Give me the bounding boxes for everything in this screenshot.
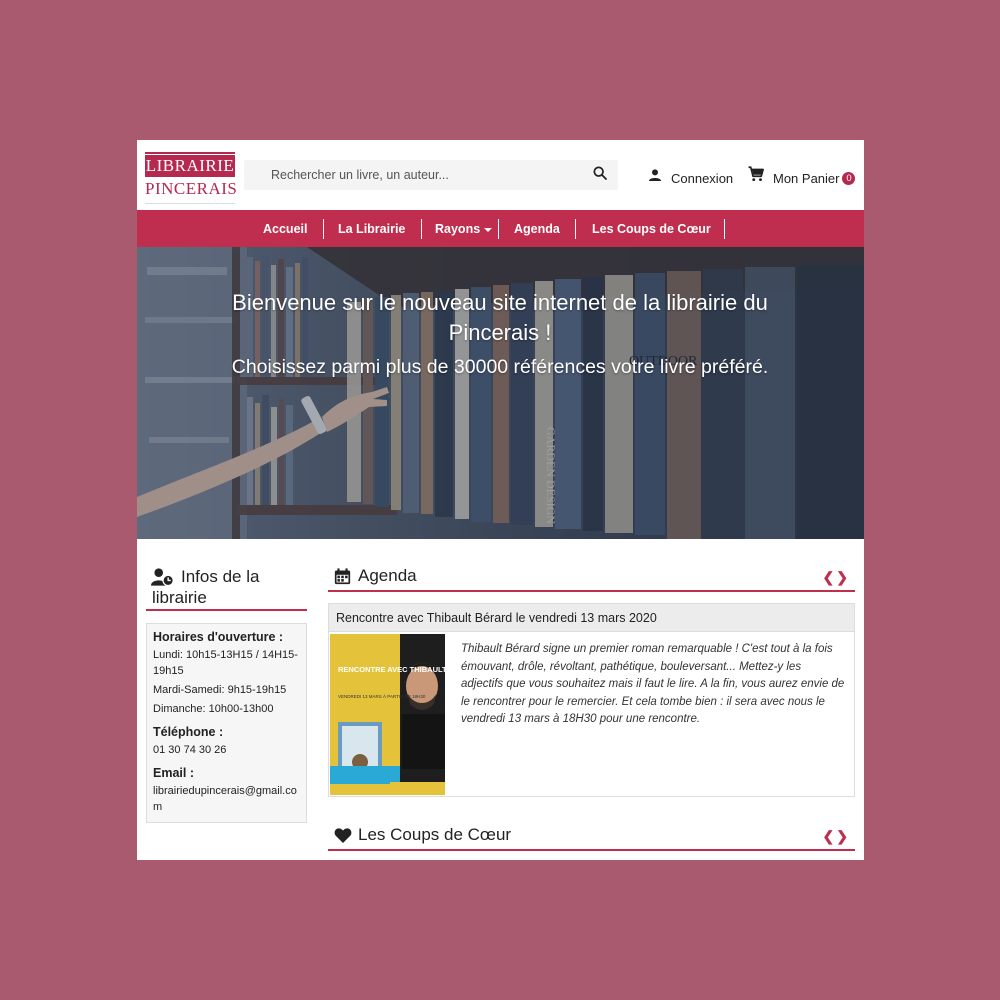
event-title[interactable]: Rencontre avec Thibault Bérard le vendre…	[329, 604, 854, 632]
hero-subtitle: Choisissez parmi plus de 30000 référence…	[231, 356, 769, 378]
nav-item-accueil[interactable]: Accueil	[263, 219, 307, 239]
hours-tuesday-saturday: Mardi-Samedi: 9h15-19h15	[153, 684, 287, 696]
event-description: Thibault Bérard signe un premier roman r…	[461, 641, 856, 729]
nav-item-la-librairie[interactable]: La Librairie	[338, 219, 405, 239]
site-logo[interactable]: LIBRAIRIE PINCERAIS	[145, 152, 238, 204]
nav-separator	[724, 219, 725, 239]
chevron-right-icon[interactable]: ❯	[836, 569, 850, 585]
site-header: LIBRAIRIE PINCERAIS Connexion	[137, 140, 864, 210]
nav-item-label: Rayons	[435, 222, 481, 236]
email-label: Email :	[153, 766, 194, 780]
caret-down-icon	[484, 227, 493, 232]
agenda-heading: Agenda ❮❯	[328, 566, 855, 592]
agenda-event-card: Rencontre avec Thibault Bérard le vendre…	[328, 603, 855, 797]
nav-item-coups-de-coeur[interactable]: Les Coups de Cœur	[592, 219, 711, 239]
web-page: LIBRAIRIE PINCERAIS Connexion	[137, 140, 864, 860]
calendar-icon	[334, 568, 351, 590]
poster-date: VENDREDI 13 MARS À PARTIR DE 18H30	[338, 693, 426, 699]
coups-de-coeur-title: Les Coups de Cœur	[358, 825, 512, 844]
login-label: Connexion	[671, 171, 734, 186]
hours-monday: Lundi: 10h15-13H15 / 14H15-19h15	[153, 649, 298, 677]
cart-label: Mon Panier	[773, 171, 840, 186]
shop-info-heading: Infos de la librairie	[146, 566, 307, 611]
email-address[interactable]: librairiedupincerais@gmail.com	[153, 783, 300, 815]
search-icon[interactable]	[592, 165, 612, 185]
shop-info-box: Horaires d'ouverture : Lundi: 10h15-13H1…	[146, 623, 307, 823]
logo-line-2: PINCERAIS	[145, 179, 238, 198]
heart-icon	[334, 827, 352, 849]
agenda-title: Agenda	[358, 566, 417, 585]
nav-item-agenda[interactable]: Agenda	[514, 219, 560, 239]
user-icon	[647, 167, 663, 186]
poster-heading: RENCONTRE AVEC THIBAULT BÉRARD	[338, 665, 445, 674]
event-description-line: émouvant, drôle, révoltant, pathétique, …	[461, 660, 802, 673]
shop-info-title: Infos de la librairie	[152, 567, 260, 607]
event-description-line: vendredi 13 mars à 18H30 pour une rencon…	[461, 713, 701, 725]
nav-separator	[421, 219, 422, 239]
hours-label: Horaires d'ouverture :	[153, 630, 284, 644]
chevron-left-icon[interactable]: ❮	[823, 569, 837, 585]
hero-banner: OUTDOOR GARDEN DESIGN Bienvenue sur le n…	[137, 247, 864, 539]
coups-carousel-arrows: ❮❯	[823, 828, 850, 845]
cart-button[interactable]: Mon Panier 0	[747, 162, 856, 186]
event-poster-image[interactable]: RENCONTRE AVEC THIBAULT BÉRARD VENDREDI …	[330, 634, 445, 795]
main-nav: Accueil La Librairie Rayons Agenda Les C…	[137, 210, 864, 247]
event-description-line: le rencontrer pour le remercier. Et cela…	[461, 695, 825, 708]
cart-count-badge: 0	[842, 172, 856, 185]
event-description-line: Thibault Bérard signe un premier roman r…	[461, 643, 833, 655]
coups-de-coeur-heading: Les Coups de Cœur ❮❯	[328, 825, 855, 851]
hours-sunday: Dimanche: 10h00-13h00	[153, 703, 274, 715]
search-bar	[244, 160, 618, 190]
event-description-line: adjectifs que vous souhaitez mais il fau…	[461, 678, 845, 690]
hero-title: Bienvenue sur le nouveau site internet d…	[232, 290, 768, 345]
main-content: Agenda ❮❯ Rencontre avec Thibault Bérard…	[328, 566, 855, 851]
search-input[interactable]	[244, 160, 584, 190]
hero-text: Bienvenue sur le nouveau site internet d…	[227, 288, 773, 381]
nav-separator	[323, 219, 324, 239]
nav-item-rayons[interactable]: Rayons	[435, 219, 493, 239]
nav-separator	[575, 219, 576, 239]
chevron-right-icon[interactable]: ❯	[836, 828, 850, 844]
logo-line-1: LIBRAIRIE	[145, 155, 235, 177]
shopping-cart-icon	[747, 165, 765, 186]
nav-separator	[498, 219, 499, 239]
shop-info-sidebar: Infos de la librairie Horaires d'ouvertu…	[146, 566, 307, 823]
phone-number[interactable]: 01 30 74 30 26	[153, 742, 300, 758]
agenda-carousel-arrows: ❮❯	[823, 569, 850, 586]
chevron-left-icon[interactable]: ❮	[823, 828, 837, 844]
login-button[interactable]: Connexion	[647, 164, 733, 186]
phone-label: Téléphone :	[153, 725, 224, 739]
